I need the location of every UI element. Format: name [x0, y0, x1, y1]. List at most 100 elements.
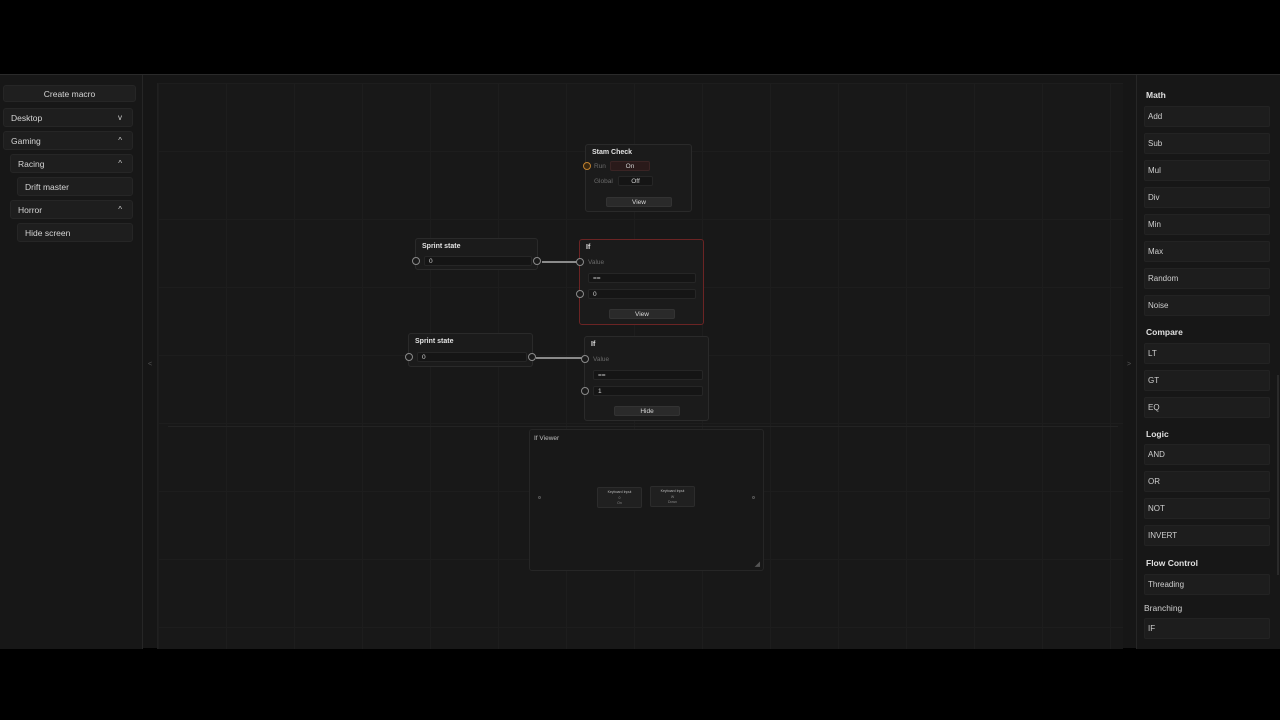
folder-desktop[interactable]: Desktop v — [3, 108, 133, 127]
input-port[interactable] — [405, 353, 413, 361]
collapse-right-handle[interactable]: > — [1126, 356, 1132, 372]
if-node[interactable]: If Value == 1 Hide — [581, 336, 709, 421]
connection-wire — [536, 357, 583, 359]
macro-label: Drift master — [25, 181, 69, 192]
macro-drift-master[interactable]: Drift master — [17, 177, 133, 196]
value-label: Value — [593, 356, 610, 363]
palette-item-and[interactable]: AND — [1144, 444, 1270, 465]
palette-scrollbar[interactable] — [1277, 375, 1279, 575]
chevron-up-icon: ^ — [118, 205, 122, 214]
viewer-port — [538, 496, 541, 499]
state-value: 0 — [429, 257, 433, 265]
item-label: Threading — [1148, 580, 1185, 589]
palette-item-invert[interactable]: INVERT — [1144, 525, 1270, 546]
view-button[interactable]: View — [609, 309, 675, 319]
sprint-state-node[interactable]: Sprint state 0 — [412, 238, 541, 270]
compare-port[interactable] — [576, 290, 584, 298]
state-value-field[interactable]: 0 — [424, 256, 532, 266]
global-toggle[interactable]: Off — [618, 176, 653, 186]
value-port[interactable] — [576, 258, 584, 266]
compare-port[interactable] — [581, 387, 589, 395]
run-port[interactable] — [583, 162, 591, 170]
category-flow-control: Flow Control — [1146, 558, 1198, 568]
palette-item-div[interactable]: Div — [1144, 187, 1270, 208]
folder-label: Desktop — [11, 112, 43, 123]
item-label: AND — [1148, 450, 1165, 459]
item-label: Div — [1148, 193, 1160, 202]
if-viewer-panel[interactable]: If Viewer Keyboard Input 0 On Keyboard I… — [529, 429, 764, 571]
output-port[interactable] — [528, 353, 536, 361]
mini-node-title: Keyboard Input — [660, 489, 685, 493]
palette-item-threading[interactable]: Threading — [1144, 574, 1270, 595]
palette-item-add[interactable]: Add — [1144, 106, 1270, 127]
item-label: Add — [1148, 112, 1163, 121]
category-math: Math — [1146, 90, 1166, 100]
view-button[interactable]: View — [606, 197, 672, 207]
node-canvas[interactable]: Stam Check Run On Global Off View Sprint… — [157, 83, 1123, 649]
hide-button[interactable]: Hide — [614, 406, 680, 416]
run-label: Run — [594, 163, 606, 170]
app-window: Create macro Desktop v Gaming ^ Racing ^… — [0, 74, 1280, 649]
stam-check-node[interactable]: Stam Check Run On Global Off View — [583, 144, 692, 212]
palette-item-noise[interactable]: Noise — [1144, 295, 1270, 316]
sprint-state-node[interactable]: Sprint state 0 — [405, 333, 536, 367]
mini-node: Keyboard Input 0 On — [597, 487, 642, 508]
view-label: View — [635, 310, 649, 318]
compare-field[interactable]: 1 — [593, 386, 703, 396]
resize-grip-icon[interactable]: ◢ — [755, 560, 760, 568]
mini-node-title: Keyboard Input — [607, 490, 632, 494]
category-compare: Compare — [1146, 327, 1183, 337]
operator-field[interactable]: == — [588, 273, 696, 283]
chevron-up-icon: ^ — [118, 136, 122, 145]
run-toggle[interactable]: On — [610, 161, 650, 171]
macro-hide-screen[interactable]: Hide screen — [17, 223, 133, 242]
palette-item-min[interactable]: Min — [1144, 214, 1270, 235]
folder-gaming[interactable]: Gaming ^ — [3, 131, 133, 150]
item-label: NOT — [1148, 504, 1165, 513]
folder-horror[interactable]: Horror ^ — [10, 200, 133, 219]
state-value-field[interactable]: 0 — [417, 352, 527, 362]
mini-node-value: 0 — [618, 496, 621, 500]
palette-item-sub[interactable]: Sub — [1144, 133, 1270, 154]
mini-node-value: W — [670, 495, 675, 499]
palette-item-random[interactable]: Random — [1144, 268, 1270, 289]
folder-label: Racing — [18, 158, 45, 169]
folder-label: Horror — [18, 204, 43, 215]
palette-item-gt[interactable]: GT — [1144, 370, 1270, 391]
create-macro-button[interactable]: Create macro — [3, 85, 136, 102]
node-title: Stam Check — [592, 149, 633, 156]
state-value: 0 — [422, 353, 426, 361]
input-port[interactable] — [412, 257, 420, 265]
mini-node-state: Down — [668, 500, 677, 504]
viewer-title: If Viewer — [534, 435, 560, 442]
node-title: Sprint state — [422, 243, 461, 250]
item-label: EQ — [1148, 403, 1160, 412]
mini-node-state: On — [617, 501, 622, 505]
palette-item-lt[interactable]: LT — [1144, 343, 1270, 364]
palette-item-if[interactable]: IF — [1144, 618, 1270, 639]
palette-item-or[interactable]: OR — [1144, 471, 1270, 492]
palette-item-mul[interactable]: Mul — [1144, 160, 1270, 181]
palette-item-eq[interactable]: EQ — [1144, 397, 1270, 418]
compare-value: 1 — [598, 387, 602, 395]
item-label: Max — [1148, 247, 1164, 256]
value-label: Value — [588, 259, 605, 266]
palette-item-max[interactable]: Max — [1144, 241, 1270, 262]
chevron-right-icon: > — [1126, 360, 1132, 368]
item-label: LT — [1148, 349, 1157, 358]
folder-racing[interactable]: Racing ^ — [10, 154, 133, 173]
compare-field[interactable]: 0 — [588, 289, 696, 299]
output-port[interactable] — [533, 257, 541, 265]
if-node[interactable]: If Value == 0 View — [576, 239, 704, 325]
chevron-down-icon: v — [118, 113, 122, 122]
palette-item-not[interactable]: NOT — [1144, 498, 1270, 519]
node-title: If — [591, 341, 596, 348]
node-title: If — [586, 244, 591, 251]
operator-field[interactable]: == — [593, 370, 703, 380]
node-title: Sprint state — [415, 338, 454, 345]
category-branching: Branching — [1144, 603, 1183, 613]
chevron-left-icon: < — [147, 360, 153, 368]
value-port[interactable] — [581, 355, 589, 363]
compare-value: 0 — [593, 290, 597, 298]
collapse-left-handle[interactable]: < — [147, 356, 153, 372]
